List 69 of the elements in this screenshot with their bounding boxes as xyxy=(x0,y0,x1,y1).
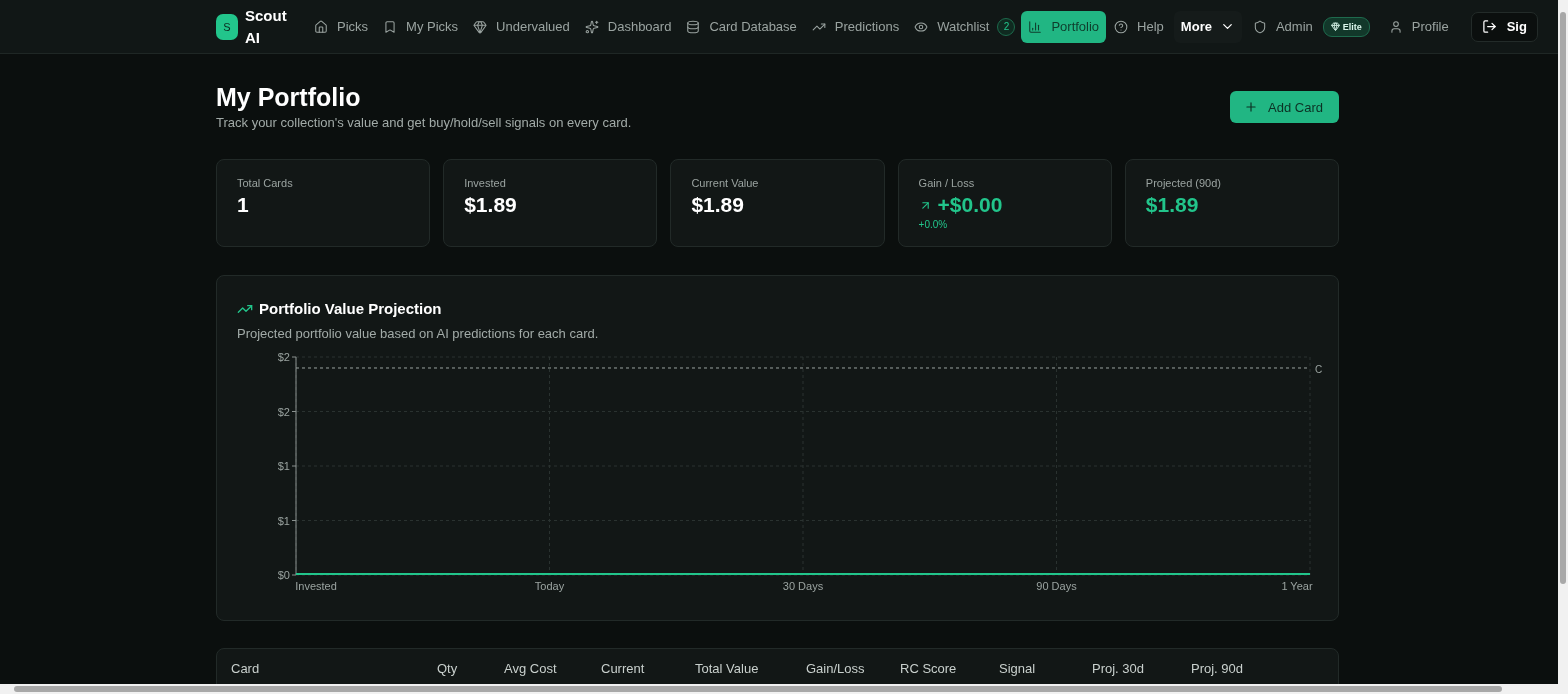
plus-icon xyxy=(1244,100,1259,114)
nav-link[interactable]: Predictions xyxy=(804,10,907,43)
chart-description: Projected portfolio value based on AI predictions for each card. xyxy=(237,326,600,341)
vertical-scrollbar[interactable] xyxy=(1558,0,1568,684)
brand-name[interactable]: Scout AI xyxy=(245,4,293,49)
more-menu-button[interactable]: More xyxy=(1173,10,1242,43)
column-header: Card xyxy=(231,661,261,676)
column-header: Proj. 30d xyxy=(1092,661,1146,676)
nav-link[interactable]: Portfolio xyxy=(1021,10,1107,43)
axis-label: 1 Year xyxy=(1281,580,1313,592)
add-card-button[interactable]: Add Card xyxy=(1230,91,1339,123)
stat-value: 1 xyxy=(237,193,249,217)
stat-label: Projected (90d) xyxy=(1145,177,1222,189)
column-header: RC Score xyxy=(900,661,958,676)
sign-out-button[interactable]: Sig xyxy=(1470,11,1538,42)
nav-link[interactable]: Card Database xyxy=(679,10,804,43)
horizontal-scrollbar[interactable] xyxy=(0,684,1568,694)
nav-link[interactable]: Dashboard xyxy=(577,10,679,43)
stat-label: Current Value xyxy=(691,177,760,189)
nav-link[interactable]: My Picks xyxy=(376,10,466,43)
tier-label: Elite xyxy=(1342,21,1362,32)
axis-label: 30 Days xyxy=(782,580,824,592)
sparkles-icon xyxy=(584,19,599,34)
user-icon xyxy=(1388,19,1403,34)
nav-link[interactable]: Watchlist xyxy=(907,10,997,43)
axis-label: $2 xyxy=(277,351,290,363)
line-label: C xyxy=(1315,364,1323,375)
axis-label: $1 xyxy=(277,514,290,527)
axis-label: Today xyxy=(534,580,565,592)
stat-change: +0.0% xyxy=(918,219,949,230)
house-icon xyxy=(314,19,328,34)
axis-label: $1 xyxy=(277,460,290,472)
help-icon xyxy=(1114,19,1129,34)
column-header: Total Value xyxy=(695,661,760,676)
stat-label: Invested xyxy=(464,177,507,189)
nav-link[interactable]: Admin xyxy=(1245,10,1320,43)
page-subtitle: Track your collection's value and get buy/hold/sell signals on every card. xyxy=(216,115,632,130)
column-header: Qty xyxy=(437,661,459,676)
nav-link[interactable]: Undervalued xyxy=(466,10,577,43)
column-header: Gain/Loss xyxy=(806,661,866,676)
stat-value: $1.89 xyxy=(464,193,517,217)
count-badge: 2 xyxy=(997,17,1016,36)
column-header: Proj. 90d xyxy=(1191,661,1245,676)
bookmark-icon xyxy=(383,19,398,34)
stat-label: Gain / Loss xyxy=(918,177,976,189)
nav-link[interactable]: Help xyxy=(1107,10,1171,43)
sign-out-icon xyxy=(1481,19,1497,34)
bar-chart-icon xyxy=(1028,19,1043,34)
nav-link[interactable]: Profile xyxy=(1381,10,1456,43)
shield-icon xyxy=(1252,19,1267,34)
stat-value: $1.89 xyxy=(691,193,744,217)
stat-value: $1.89 xyxy=(1145,193,1199,217)
gem-icon xyxy=(1330,22,1340,31)
column-header: Signal xyxy=(999,661,1037,676)
axis-label: Invested xyxy=(295,580,337,592)
database-icon xyxy=(686,19,701,34)
eye-icon xyxy=(914,19,929,34)
logo-mark[interactable]: S xyxy=(216,13,238,40)
stat-value: +$0.00 xyxy=(937,193,1003,217)
column-header: Current xyxy=(601,661,646,676)
axis-label: 90 Days xyxy=(1036,580,1077,592)
axis-label: $0 xyxy=(277,569,290,581)
gem-icon xyxy=(473,19,488,34)
stat-label: Total Cards xyxy=(237,177,294,189)
nav-link[interactable]: Picks xyxy=(307,10,376,43)
page-title: My Portfolio xyxy=(216,82,362,112)
column-header: Avg Cost xyxy=(504,661,558,676)
axis-label: $2 xyxy=(277,405,290,418)
chart-title: Portfolio Value Projection xyxy=(259,300,442,317)
